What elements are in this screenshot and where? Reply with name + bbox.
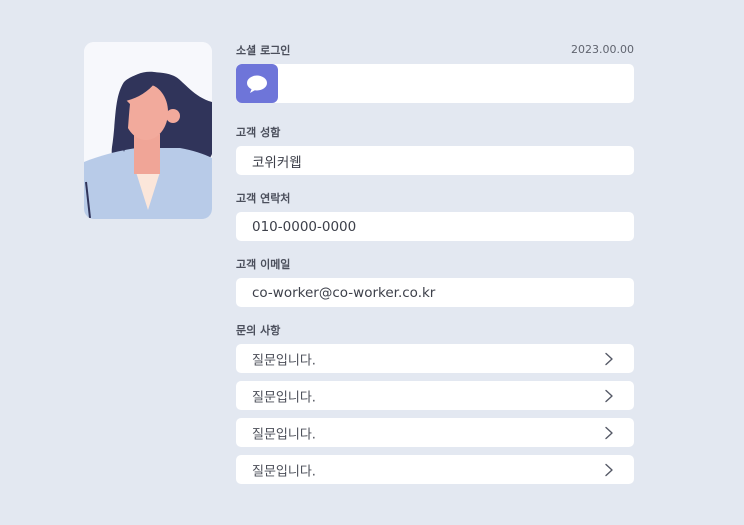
inquiry-item[interactable]: 질문입니다. (236, 418, 634, 447)
inquiry-item[interactable]: 질문입니다. (236, 381, 634, 410)
customer-name-value: 코위커웹 (252, 154, 302, 171)
customer-email-value: co-worker@co-worker.co.kr (252, 284, 436, 301)
chevron-right-icon (605, 352, 613, 365)
customer-email-label: 고객 이메일 (236, 258, 291, 271)
inquiry-item[interactable]: 질문입니다. (236, 455, 634, 484)
inquiry-text: 질문입니다. (252, 464, 316, 479)
customer-email-field: co-worker@co-worker.co.kr (236, 278, 634, 307)
chevron-right-icon (605, 389, 613, 402)
inquiry-item[interactable]: 질문입니다. (236, 344, 634, 373)
registration-date: 2023.00.00 (571, 43, 634, 56)
social-login-label: 소셜 로그인 (236, 44, 291, 57)
chevron-right-icon (605, 426, 613, 439)
customer-name-field: 코위커웹 (236, 146, 634, 175)
avatar-illustration (84, 42, 212, 219)
inquiry-text: 질문입니다. (252, 427, 316, 442)
inquiry-text: 질문입니다. (252, 353, 316, 368)
customer-phone-label: 고객 연락처 (236, 192, 291, 205)
customer-avatar (84, 42, 212, 219)
customer-name-label: 고객 성함 (236, 126, 281, 139)
social-login-button[interactable] (236, 64, 278, 103)
chat-bubble-icon (247, 75, 267, 93)
customer-phone-field: 010-0000-0000 (236, 212, 634, 241)
inquiry-text: 질문입니다. (252, 390, 316, 405)
chevron-right-icon (605, 463, 613, 476)
social-login-box (236, 64, 634, 103)
customer-phone-value: 010-0000-0000 (252, 218, 357, 235)
inquiries-label: 문의 사항 (236, 324, 281, 337)
